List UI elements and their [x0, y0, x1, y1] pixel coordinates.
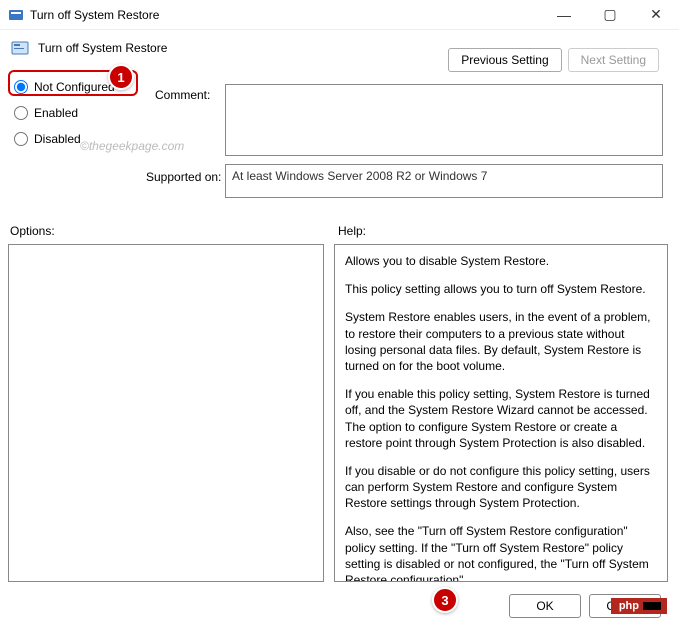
- supported-on-text: At least Windows Server 2008 R2 or Windo…: [232, 169, 487, 183]
- policy-icon: [10, 38, 30, 58]
- ok-button[interactable]: OK: [509, 594, 581, 618]
- close-button[interactable]: ✕: [633, 0, 679, 30]
- window-controls: — ▢ ✕: [541, 0, 679, 30]
- window-title: Turn off System Restore: [30, 8, 541, 22]
- php-badge-label: php: [619, 600, 639, 612]
- help-paragraph: This policy setting allows you to turn o…: [345, 281, 657, 297]
- radio-disabled-label: Disabled: [34, 132, 81, 146]
- watermark-text: ©thegeekpage.com: [80, 139, 184, 153]
- comment-textarea[interactable]: [225, 84, 663, 156]
- help-paragraph: If you disable or do not configure this …: [345, 463, 657, 512]
- badge-bar-icon: [643, 602, 661, 610]
- radio-enabled-input[interactable]: [14, 106, 28, 120]
- help-paragraph: Also, see the "Turn off System Restore c…: [345, 523, 657, 582]
- radio-not-configured-label: Not Configured: [34, 80, 115, 94]
- options-label: Options:: [10, 224, 55, 238]
- help-paragraph: System Restore enables users, in the eve…: [345, 309, 657, 374]
- title-bar: Turn off System Restore — ▢ ✕: [0, 0, 679, 30]
- help-panel[interactable]: Allows you to disable System Restore. Th…: [334, 244, 668, 582]
- annotation-callout-1: 1: [108, 64, 134, 90]
- supported-on-box[interactable]: At least Windows Server 2008 R2 or Windo…: [225, 164, 663, 198]
- php-badge: php: [611, 598, 667, 614]
- supported-on-label: Supported on:: [146, 170, 221, 184]
- comment-label: Comment:: [155, 88, 210, 102]
- app-icon: [8, 7, 24, 23]
- radio-enabled-label: Enabled: [34, 106, 78, 120]
- options-panel: [8, 244, 324, 582]
- help-paragraph: Allows you to disable System Restore.: [345, 253, 657, 269]
- maximize-button[interactable]: ▢: [587, 0, 633, 30]
- help-paragraph: If you enable this policy setting, Syste…: [345, 386, 657, 451]
- radio-disabled-input[interactable]: [14, 132, 28, 146]
- annotation-callout-3: 3: [432, 587, 458, 613]
- help-label: Help:: [338, 224, 366, 238]
- radio-not-configured-input[interactable]: [14, 80, 28, 94]
- minimize-button[interactable]: —: [541, 0, 587, 30]
